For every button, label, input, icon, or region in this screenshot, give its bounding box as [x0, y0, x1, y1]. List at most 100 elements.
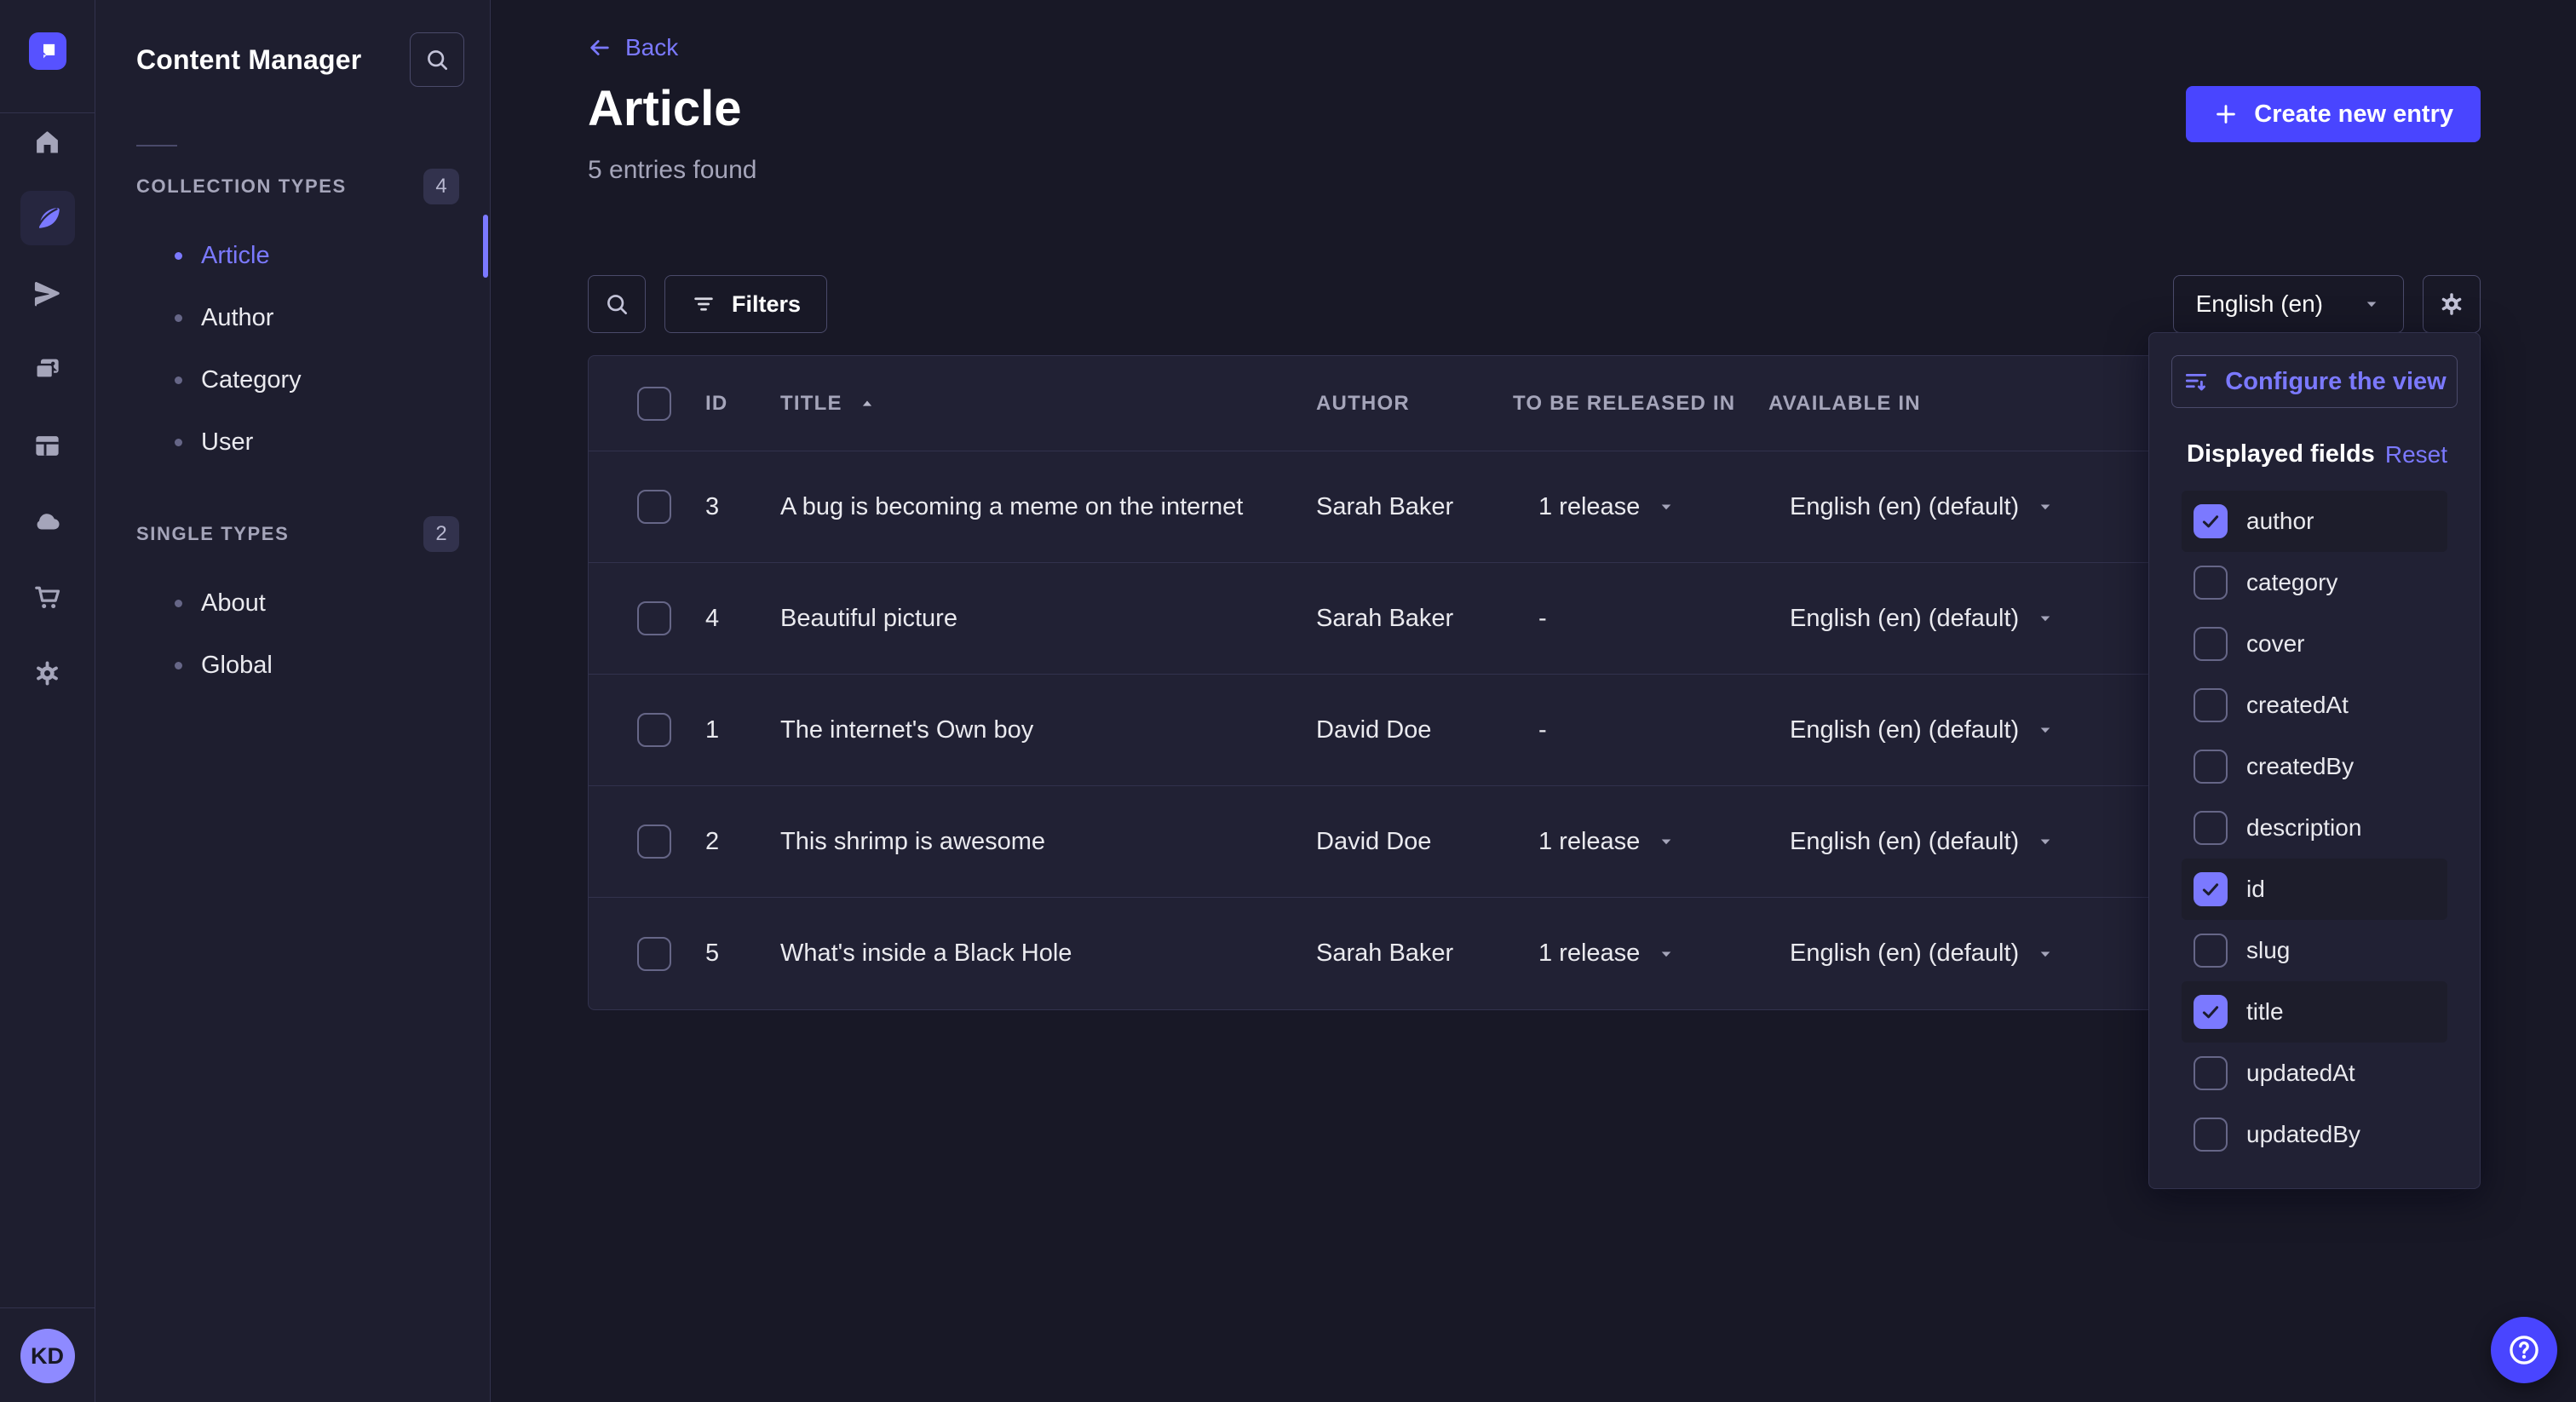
- field-checkbox[interactable]: [2194, 566, 2228, 600]
- check-icon: [2199, 1000, 2222, 1024]
- strapi-logo[interactable]: [29, 32, 66, 70]
- cell-id: 1: [705, 716, 780, 744]
- cell-title: This shrimp is awesome: [780, 828, 1316, 856]
- field-checkbox[interactable]: [2194, 811, 2228, 845]
- rail-footer-divider: [0, 1307, 95, 1308]
- field-toggle-row[interactable]: createdBy: [2182, 736, 2447, 797]
- displayed-fields-list: author category cover createdAt createdB…: [2171, 491, 2458, 1165]
- cell-to-be-released-in[interactable]: -: [1513, 605, 1768, 633]
- nav-media-library-button[interactable]: [20, 342, 75, 397]
- feather-icon: [32, 204, 62, 233]
- create-new-entry-button[interactable]: Create new entry: [2186, 86, 2481, 142]
- configure-the-view-button[interactable]: Configure the view: [2171, 355, 2458, 408]
- nav-content-manager-button[interactable]: [20, 191, 75, 245]
- nav-settings-button[interactable]: [20, 646, 75, 700]
- table-search-button[interactable]: [588, 275, 646, 333]
- sidebar-item-label: Article: [201, 242, 270, 270]
- field-checkbox[interactable]: [2194, 504, 2228, 538]
- sidebar-item-user[interactable]: User: [95, 411, 490, 474]
- rail-divider: [0, 112, 95, 113]
- shopping-cart-icon: [32, 583, 62, 612]
- column-header-to-be-released-in[interactable]: TO BE RELEASED IN: [1513, 392, 1768, 416]
- sidebar-item-about[interactable]: About: [95, 572, 490, 635]
- page-title: Article: [588, 84, 742, 134]
- nav-content-type-builder-button[interactable]: [20, 418, 75, 473]
- field-label: category: [2246, 569, 2337, 596]
- collection-types-count-badge: 4: [423, 169, 459, 204]
- cell-to-be-released-in[interactable]: 1 release: [1513, 939, 1768, 968]
- active-item-indicator: [483, 215, 488, 278]
- nav-releases-button[interactable]: [20, 267, 75, 321]
- cell-title: Beautiful picture: [780, 605, 1316, 633]
- row-checkbox[interactable]: [637, 601, 671, 635]
- sidebar-item-article[interactable]: Article: [95, 225, 490, 287]
- row-checkbox[interactable]: [637, 825, 671, 859]
- nav-home-button[interactable]: [20, 115, 75, 170]
- toolbar-right: English (en): [2173, 275, 2481, 333]
- row-checkbox-cell: [589, 490, 705, 524]
- bullet-icon: [175, 252, 182, 260]
- chevron-down-icon: [1657, 945, 1676, 963]
- field-checkbox[interactable]: [2194, 934, 2228, 968]
- field-checkbox[interactable]: [2194, 750, 2228, 784]
- row-checkbox[interactable]: [637, 937, 671, 971]
- reset-button[interactable]: Reset: [2385, 441, 2447, 468]
- bullet-icon: [175, 314, 182, 322]
- column-header-id[interactable]: ID: [705, 392, 780, 416]
- field-toggle-row[interactable]: title: [2182, 981, 2447, 1043]
- field-toggle-row[interactable]: updatedBy: [2182, 1104, 2447, 1165]
- row-checkbox[interactable]: [637, 490, 671, 524]
- locale-cell-value: English (en) (default): [1790, 828, 2019, 856]
- configure-view-popover: Configure the view Displayed fields Rese…: [2148, 332, 2481, 1189]
- displayed-fields-header: Displayed fields Reset: [2187, 440, 2447, 468]
- field-label: title: [2246, 998, 2284, 1026]
- configure-button-label: Configure the view: [2225, 368, 2446, 396]
- cell-to-be-released-in[interactable]: 1 release: [1513, 828, 1768, 856]
- field-toggle-row[interactable]: author: [2182, 491, 2447, 552]
- view-settings-button[interactable]: [2423, 275, 2481, 333]
- bullet-icon: [175, 600, 182, 607]
- row-checkbox-cell: [589, 601, 705, 635]
- user-avatar[interactable]: KD: [20, 1329, 75, 1383]
- release-value: 1 release: [1538, 493, 1640, 521]
- row-checkbox-cell: [589, 937, 705, 971]
- field-toggle-row[interactable]: createdAt: [2182, 675, 2447, 736]
- row-checkbox-cell: [589, 713, 705, 747]
- arrow-left-icon: [588, 36, 612, 60]
- row-checkbox[interactable]: [637, 713, 671, 747]
- filters-button[interactable]: Filters: [664, 275, 827, 333]
- sidebar-item-global[interactable]: Global: [95, 635, 490, 697]
- cell-to-be-released-in[interactable]: -: [1513, 716, 1768, 744]
- field-toggle-row[interactable]: description: [2182, 797, 2447, 859]
- field-label: description: [2246, 814, 2361, 842]
- field-checkbox[interactable]: [2194, 1056, 2228, 1090]
- sidebar-item-label: Category: [201, 366, 302, 394]
- field-toggle-row[interactable]: category: [2182, 552, 2447, 613]
- field-toggle-row[interactable]: slug: [2182, 920, 2447, 981]
- locale-select[interactable]: English (en): [2173, 275, 2404, 333]
- sidebar-item-category[interactable]: Category: [95, 349, 490, 411]
- field-toggle-row[interactable]: id: [2182, 859, 2447, 920]
- single-types-list: About Global: [95, 572, 490, 697]
- field-checkbox[interactable]: [2194, 627, 2228, 661]
- column-header-title[interactable]: TITLE: [780, 392, 1316, 416]
- back-link[interactable]: Back: [588, 34, 678, 61]
- title-row: Article Create new entry: [588, 84, 2481, 142]
- column-header-author[interactable]: AUTHOR: [1316, 392, 1513, 416]
- cell-id: 2: [705, 828, 780, 856]
- select-all-checkbox[interactable]: [637, 387, 671, 421]
- nav-deploy-button[interactable]: [20, 494, 75, 549]
- field-checkbox[interactable]: [2194, 688, 2228, 722]
- search-icon: [603, 290, 630, 318]
- field-checkbox[interactable]: [2194, 995, 2228, 1029]
- field-toggle-row[interactable]: cover: [2182, 613, 2447, 675]
- field-checkbox[interactable]: [2194, 1118, 2228, 1152]
- nav-marketplace-button[interactable]: [20, 570, 75, 624]
- field-toggle-row[interactable]: updatedAt: [2182, 1043, 2447, 1104]
- field-checkbox[interactable]: [2194, 872, 2228, 906]
- subnav-search-button[interactable]: [410, 32, 464, 87]
- help-button[interactable]: [2491, 1317, 2557, 1383]
- cell-to-be-released-in[interactable]: 1 release: [1513, 493, 1768, 521]
- single-types-label: SINGLE TYPES: [136, 523, 289, 545]
- sidebar-item-author[interactable]: Author: [95, 287, 490, 349]
